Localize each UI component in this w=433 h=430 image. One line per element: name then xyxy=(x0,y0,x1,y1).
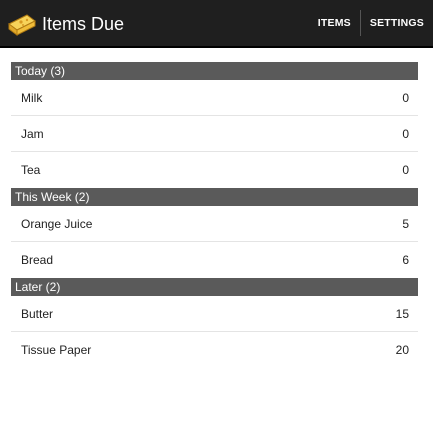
section-header-today: Today (3) xyxy=(11,62,418,80)
item-count: 15 xyxy=(395,307,409,321)
item-count: 0 xyxy=(402,91,409,105)
item-count: 0 xyxy=(402,127,409,141)
item-name: Orange Juice xyxy=(21,217,93,231)
list-item[interactable]: Tissue Paper 20 xyxy=(11,332,418,368)
cheese-icon[interactable] xyxy=(7,12,37,36)
item-count: 6 xyxy=(402,253,409,267)
settings-action-button[interactable]: SETTINGS xyxy=(361,0,433,46)
item-count: 0 xyxy=(402,163,409,177)
list-item[interactable]: Orange Juice 5 xyxy=(11,206,418,242)
item-count: 20 xyxy=(395,343,409,357)
list-item[interactable]: Tea 0 xyxy=(11,152,418,188)
item-name: Tea xyxy=(21,163,41,177)
items-due-list: Today (3) Milk 0 Jam 0 Tea 0 This Week (… xyxy=(11,62,418,368)
item-name: Tissue Paper xyxy=(21,343,92,357)
action-bar: Items Due ITEMS SETTINGS xyxy=(0,0,433,48)
app-title: Items Due xyxy=(42,14,125,34)
item-name: Milk xyxy=(21,91,43,105)
section-header-later: Later (2) xyxy=(11,278,418,296)
item-name: Jam xyxy=(21,127,44,141)
list-item[interactable]: Butter 15 xyxy=(11,296,418,332)
item-name: Bread xyxy=(21,253,54,267)
items-action-button[interactable]: ITEMS xyxy=(309,0,360,46)
list-item[interactable]: Jam 0 xyxy=(11,116,418,152)
action-menu: ITEMS SETTINGS xyxy=(309,0,433,46)
section-header-this-week: This Week (2) xyxy=(11,188,418,206)
item-count: 5 xyxy=(402,217,409,231)
list-item[interactable]: Bread 6 xyxy=(11,242,418,278)
list-item[interactable]: Milk 0 xyxy=(11,80,418,116)
item-name: Butter xyxy=(21,307,54,321)
